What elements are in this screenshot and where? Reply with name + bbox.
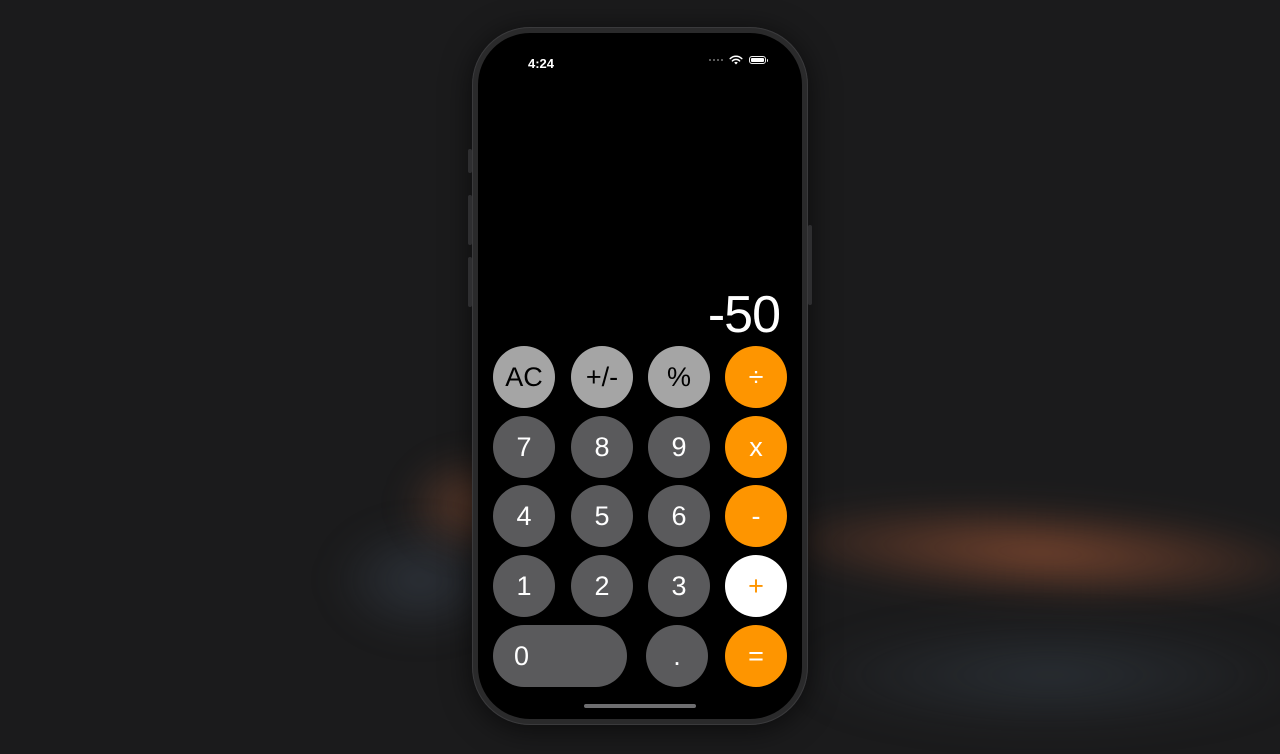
- decimal-button[interactable]: .: [646, 625, 708, 687]
- divide-button[interactable]: ÷: [725, 346, 787, 408]
- plus-minus-button[interactable]: +/-: [571, 346, 633, 408]
- status-time: 4:24: [528, 56, 555, 71]
- multiply-button[interactable]: x: [725, 416, 787, 478]
- phone-frame: 4:24 -50 AC +/- % ÷ 7 8 9 x 4 5 6 - 1 2 …: [468, 27, 812, 725]
- volume-down-button: [468, 257, 472, 307]
- volume-up-button: [468, 195, 472, 245]
- power-button: [808, 225, 812, 305]
- equals-button[interactable]: =: [725, 625, 787, 687]
- plus-button[interactable]: +: [725, 555, 787, 617]
- digit-1-button[interactable]: 1: [493, 555, 555, 617]
- minus-button[interactable]: -: [725, 485, 787, 547]
- calculator-display: -50: [707, 286, 781, 344]
- digit-3-button[interactable]: 3: [648, 555, 710, 617]
- digit-4-button[interactable]: 4: [493, 485, 555, 547]
- digit-2-button[interactable]: 2: [571, 555, 633, 617]
- status-icons: [709, 55, 768, 65]
- phone-screen: 4:24 -50 AC +/- % ÷ 7 8 9 x 4 5 6 - 1 2 …: [478, 33, 802, 719]
- action-button: [468, 149, 472, 173]
- digit-8-button[interactable]: 8: [571, 416, 633, 478]
- home-indicator[interactable]: [584, 704, 696, 708]
- digit-7-button[interactable]: 7: [493, 416, 555, 478]
- digit-6-button[interactable]: 6: [648, 485, 710, 547]
- digit-5-button[interactable]: 5: [571, 485, 633, 547]
- all-clear-button[interactable]: AC: [493, 346, 555, 408]
- background-glow: [790, 620, 1280, 730]
- percent-button[interactable]: %: [648, 346, 710, 408]
- wifi-icon: [729, 55, 743, 65]
- background-glow: [757, 490, 1280, 615]
- signal-dots-icon: [709, 59, 723, 61]
- digit-9-button[interactable]: 9: [648, 416, 710, 478]
- status-bar: 4:24: [478, 33, 802, 93]
- battery-icon: [749, 56, 768, 64]
- digit-0-button[interactable]: 0: [493, 625, 627, 687]
